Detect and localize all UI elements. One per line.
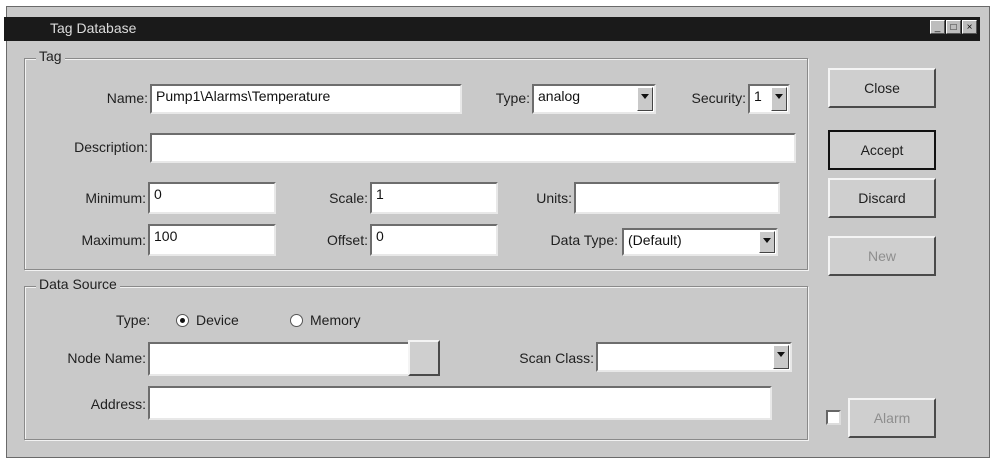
type-label: Type: [495, 90, 530, 106]
title-bar: Tag Database _ □ × [4, 17, 980, 41]
offset-label: Offset: [327, 232, 368, 248]
device-radio-label[interactable]: Device [196, 312, 239, 328]
minimize-icon[interactable]: _ [930, 20, 945, 34]
scale-label: Scale: [329, 190, 368, 206]
memory-radio-label[interactable]: Memory [310, 312, 361, 328]
scan-class-label: Scan Class: [519, 350, 594, 366]
alarm-checkbox[interactable] [826, 410, 841, 425]
node-name-label: Node Name: [67, 350, 146, 366]
tag-group-legend: Tag [36, 48, 65, 64]
alarm-button[interactable]: Alarm [848, 398, 936, 438]
chevron-down-icon[interactable] [773, 345, 789, 369]
name-field[interactable]: Pump1\Alarms\Temperature [150, 84, 462, 114]
maximum-label: Maximum: [81, 232, 146, 248]
security-select-value: 1 [754, 88, 762, 104]
offset-field[interactable]: 0 [370, 224, 498, 256]
data-type-label: Data Type: [550, 232, 618, 248]
address-label: Address: [90, 396, 146, 412]
window-title: Tag Database [50, 20, 137, 36]
name-label: Name: [106, 90, 148, 106]
minimum-field[interactable]: 0 [148, 182, 276, 214]
node-name-field[interactable] [148, 342, 410, 376]
scale-field[interactable]: 1 [370, 182, 498, 214]
data-type-select-value: (Default) [628, 232, 682, 248]
maximum-field[interactable]: 100 [148, 224, 276, 256]
node-browse-button[interactable] [408, 340, 440, 376]
accept-button[interactable]: Accept [828, 130, 936, 170]
chevron-down-icon[interactable] [771, 87, 787, 111]
data-source-legend: Data Source [36, 276, 120, 292]
close-icon[interactable]: × [962, 20, 977, 34]
scan-class-select[interactable] [596, 342, 792, 372]
units-label: Units: [536, 190, 572, 206]
address-field[interactable] [148, 386, 772, 420]
description-field[interactable] [150, 133, 796, 163]
security-select[interactable]: 1 [748, 84, 790, 114]
device-radio[interactable] [176, 314, 189, 327]
maximize-icon[interactable]: □ [946, 20, 961, 34]
memory-radio[interactable] [290, 314, 303, 327]
units-field[interactable] [574, 182, 780, 214]
data-type-select[interactable]: (Default) [622, 228, 778, 256]
security-label: Security: [691, 90, 746, 106]
chevron-down-icon[interactable] [759, 231, 775, 253]
description-label: Description: [74, 139, 148, 155]
chevron-down-icon[interactable] [637, 87, 653, 111]
new-button[interactable]: New [828, 236, 936, 276]
type-select[interactable]: analog [532, 84, 656, 114]
close-button[interactable]: Close [828, 68, 936, 108]
type-select-value: analog [538, 88, 581, 104]
minimum-label: Minimum: [85, 190, 146, 206]
source-type-label: Type: [116, 312, 151, 328]
discard-button[interactable]: Discard [828, 178, 936, 218]
